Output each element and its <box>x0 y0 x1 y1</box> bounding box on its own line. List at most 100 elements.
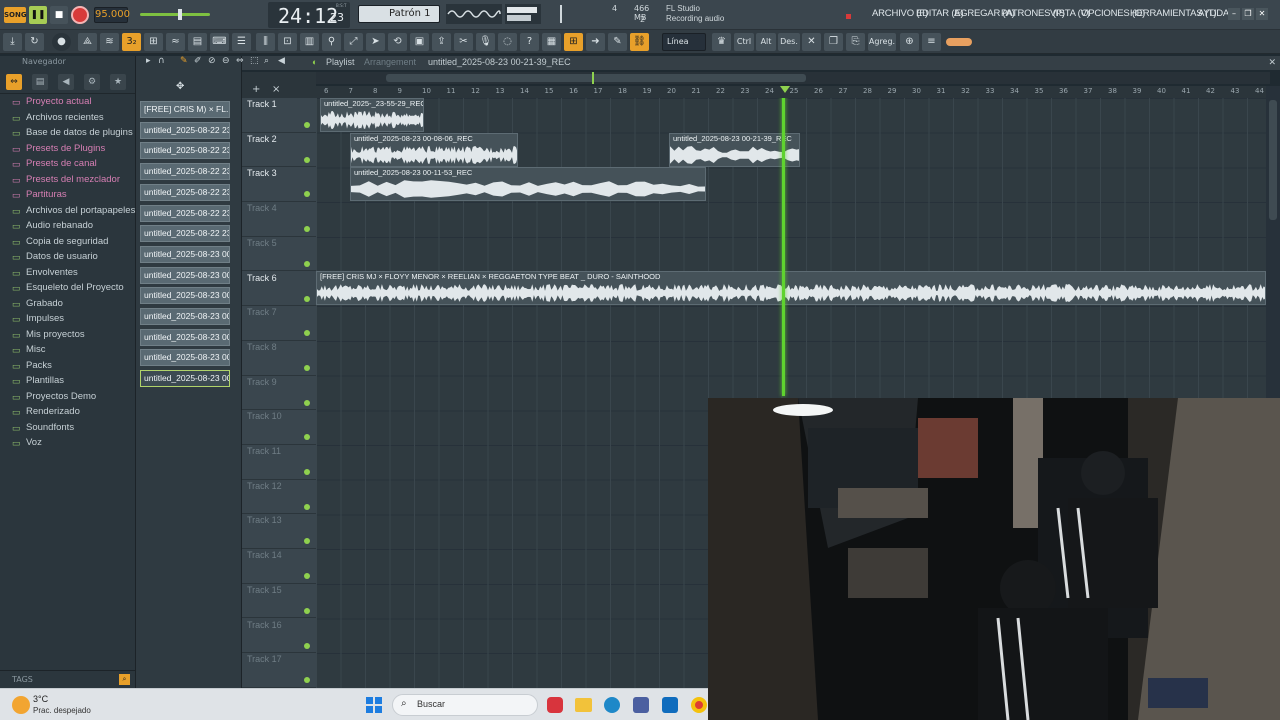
playhead[interactable] <box>782 98 785 396</box>
track-enable-led[interactable] <box>304 469 310 475</box>
song-position-display[interactable]: 24:12 23 B:S:T <box>268 2 350 28</box>
add-button[interactable]: Agreg. <box>868 33 896 51</box>
store-icon[interactable] <box>633 697 649 713</box>
track-header[interactable]: Track 2 <box>242 133 316 168</box>
playlist-close-icon[interactable]: ✕ <box>1268 57 1276 68</box>
slip-tool-icon[interactable]: ⇔ <box>236 56 244 66</box>
mute-tool-icon[interactable]: ⊖ <box>222 56 230 66</box>
metronome-icon[interactable]: ⟁ <box>78 33 97 51</box>
notes-icon[interactable]: ▦ <box>542 33 561 51</box>
track-header[interactable]: Track 11 <box>242 445 316 480</box>
playback-tool-icon[interactable]: ◀ <box>278 56 285 66</box>
track-enable-led[interactable] <box>304 573 310 580</box>
song-marker[interactable] <box>592 72 594 84</box>
app-icon-red[interactable] <box>547 697 563 713</box>
audio-clip[interactable]: untitled_2025-08-23 00-08-06_REC <box>350 133 518 167</box>
horizontal-scrollbar[interactable] <box>316 72 1270 84</box>
stamp-icon[interactable]: ♛ <box>712 33 731 51</box>
close-button[interactable]: ✕ <box>1256 8 1268 20</box>
browser-item[interactable]: ▭ Grabado <box>0 298 135 314</box>
copy-icon[interactable]: ❐ <box>824 33 843 51</box>
audio-clip[interactable]: untitled_2025-08-23 00-11-53_REC <box>350 167 706 201</box>
track-enable-led[interactable] <box>304 642 310 649</box>
browser-item[interactable]: ▭ Envolventes <box>0 267 135 283</box>
track-header[interactable]: Track 7 <box>242 306 316 341</box>
tags-bar[interactable]: TAGS ⌕ <box>0 670 136 688</box>
scroll-thumb[interactable] <box>386 74 806 82</box>
weather-temp[interactable]: 3°C <box>33 694 48 704</box>
refresh-icon[interactable]: ↻ <box>25 33 44 51</box>
zoom-tool-icon[interactable]: ⌕ <box>264 56 269 66</box>
browser-item[interactable]: ▭ Impulses <box>0 313 135 329</box>
start-button[interactable] <box>366 697 382 713</box>
browser-item[interactable]: ▭ Archivos del portapapeles <box>0 205 135 221</box>
track-enable-led[interactable] <box>304 503 310 510</box>
browser-item[interactable]: ▭ Presets de canal <box>0 158 135 174</box>
track-enable-led[interactable] <box>304 434 310 441</box>
track-header[interactable]: Track 1 <box>242 98 316 133</box>
minimize-button[interactable]: – <box>1228 8 1240 20</box>
weather-status[interactable]: Prac. despejado <box>33 706 91 715</box>
record-button[interactable] <box>71 6 89 24</box>
track-enable-led[interactable] <box>304 364 310 371</box>
countdown-icon[interactable]: 3₂ <box>122 33 141 51</box>
playhead-marker-icon[interactable] <box>780 86 790 93</box>
track-enable-led[interactable] <box>304 260 310 267</box>
paste-icon[interactable]: ⎘ <box>846 33 865 51</box>
audio-clip[interactable]: untitled_2025-08-23 00-21-39_REC <box>669 133 800 167</box>
browser-item[interactable]: ▭ Esqueleto del Proyecto <box>0 282 135 298</box>
pencil-tool-icon[interactable]: ✎ <box>180 56 188 66</box>
arrow-icon[interactable]: ➤ <box>366 33 385 51</box>
chrome-icon[interactable] <box>691 697 707 713</box>
browser-tab-plugins-icon[interactable]: ◀ <box>58 74 74 90</box>
browser-item[interactable]: ▭ Datos de usuario <box>0 251 135 267</box>
alt-key-button[interactable]: Alt <box>756 33 776 51</box>
picker-clip[interactable]: untitled_2025-08-23 00-.. <box>140 328 230 346</box>
picker-clip[interactable]: untitled_2025-08-22 23-.. <box>140 225 230 243</box>
timeline-ruler[interactable]: 6 7 8 9 10 11 12 13 14 15 16 17 18 19 20 21 22 23 24 25 26 27… <box>316 86 1270 98</box>
cut-icon[interactable]: ✂ <box>454 33 473 51</box>
master-volume-slider[interactable] <box>140 9 210 20</box>
file-explorer-icon[interactable] <box>575 698 592 712</box>
link-icon[interactable]: ⛓ <box>630 33 649 51</box>
browser-item[interactable]: ▭ Renderizado <box>0 406 135 422</box>
browser-tab-settings-icon[interactable]: ⚙ <box>84 74 100 90</box>
browser-item[interactable]: ▭ Misc <box>0 344 135 360</box>
track-header[interactable]: Track 3 <box>242 167 316 203</box>
playlist-play-icon[interactable]: ◐ <box>312 57 317 67</box>
chat-icon[interactable]: ◌ <box>498 33 517 51</box>
track-enable-led[interactable] <box>304 538 310 545</box>
browser-item[interactable]: ▭ Soundfonts <box>0 422 135 438</box>
track-enable-led[interactable] <box>304 295 310 302</box>
mixer-icon[interactable]: ⫼ <box>256 33 275 51</box>
browser-item[interactable]: ▭ Proyecto actual <box>0 96 135 112</box>
track-header[interactable]: Track 5 <box>242 237 316 272</box>
browser-icon[interactable]: ⤢ <box>344 33 363 51</box>
browser-item[interactable]: ▭ Proyectos Demo <box>0 391 135 407</box>
magnet-icon[interactable]: ∩ <box>158 56 165 66</box>
plugin-icon[interactable]: ⚲ <box>322 33 341 51</box>
mixer-strip-icon[interactable]: ≡ <box>922 33 941 51</box>
help-icon[interactable]: ? <box>520 33 539 51</box>
picker-clip[interactable]: untitled_2025-08-22 23-.. <box>140 204 230 222</box>
master-pan-bar[interactable] <box>946 38 972 46</box>
browser-item[interactable]: ▭ Packs <box>0 360 135 376</box>
picker-clip[interactable]: untitled_2025-08-23 00-.. <box>140 266 230 284</box>
wait-input-icon[interactable]: ≋ <box>100 33 119 51</box>
browser-item[interactable]: ▭ Partituras <box>0 189 135 205</box>
outlook-icon[interactable] <box>662 697 678 713</box>
track-header[interactable]: Track 8 <box>242 341 316 376</box>
paint-tool-icon[interactable]: ✐ <box>194 56 202 66</box>
track-enable-led[interactable] <box>304 156 310 163</box>
track-header[interactable]: Track 13 <box>242 514 316 550</box>
delete-tool-icon[interactable]: ⊘ <box>208 56 216 66</box>
delete-icon[interactable]: ✕ <box>802 33 821 51</box>
remove-track-icon[interactable]: × <box>272 84 280 95</box>
browser-item[interactable]: ▭ Presets de Plugins <box>0 143 135 159</box>
track-enable-led[interactable] <box>304 226 310 233</box>
export-icon[interactable]: ⇪ <box>432 33 451 51</box>
track-header[interactable]: Track 4 <box>242 202 316 237</box>
track-enable-led[interactable] <box>304 122 310 128</box>
playlist-view-icon[interactable]: ☰ <box>232 33 251 51</box>
crosshair-icon[interactable]: ⊕ <box>900 33 919 51</box>
